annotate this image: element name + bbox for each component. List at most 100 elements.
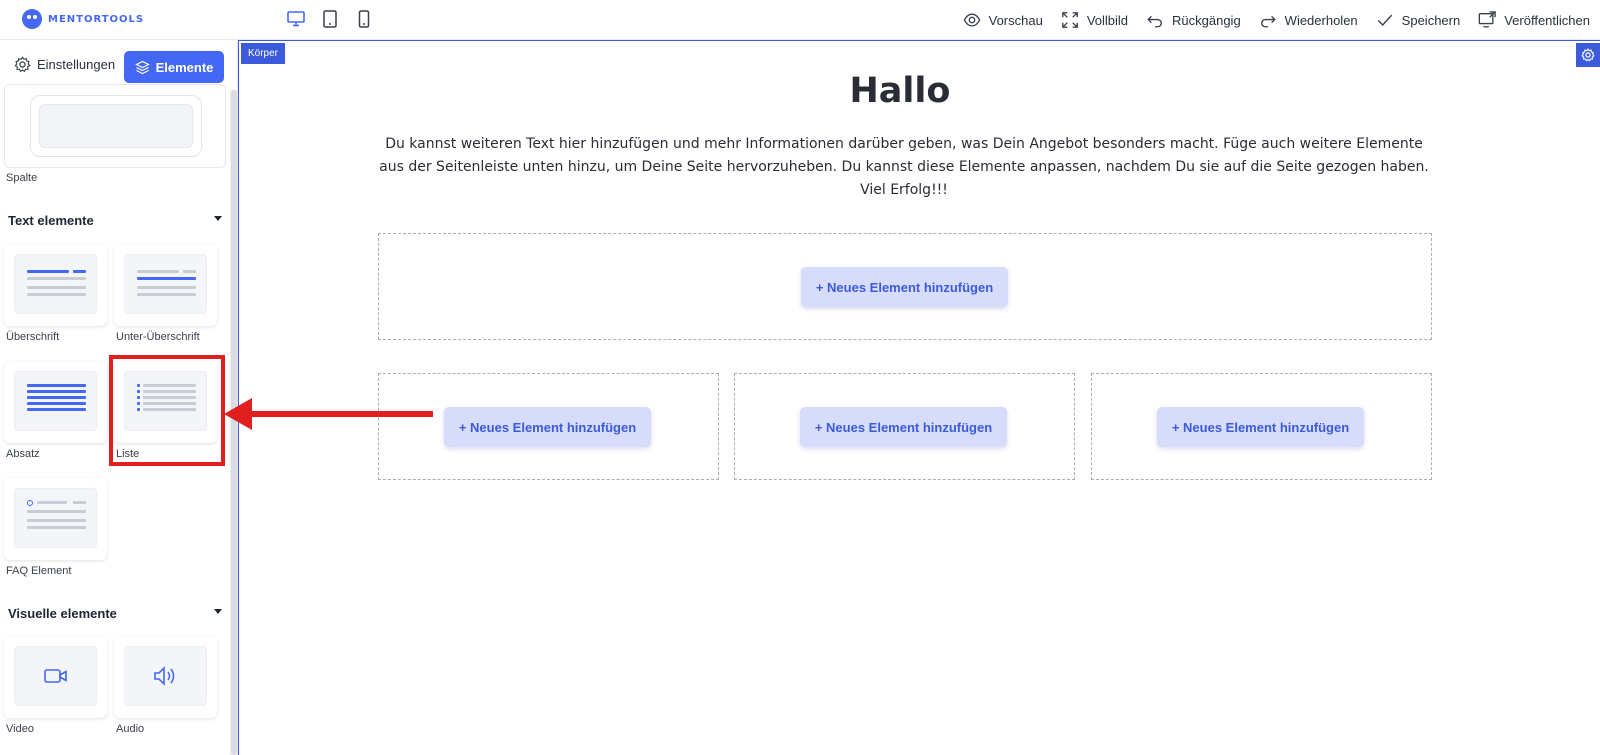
audio-preview: [124, 646, 207, 706]
gear-icon: [14, 56, 31, 73]
dropzone-column-1[interactable]: + Neues Element hinzufügen: [378, 373, 719, 480]
element-label-spalte: Spalte: [6, 172, 38, 184]
element-card-ueberschrift[interactable]: [4, 244, 107, 326]
preview-line: [27, 408, 86, 411]
tablet-view-button[interactable]: [319, 8, 341, 30]
save-label: Speichern: [1401, 12, 1461, 28]
element-card-faq[interactable]: [4, 478, 107, 560]
section-title-text-elemente: Text elemente: [8, 213, 94, 228]
logo-icon: [22, 9, 42, 29]
publish-label: Veröffentlichen: [1504, 12, 1590, 28]
element-card-spalte[interactable]: [4, 84, 226, 168]
preview-line: [37, 501, 67, 504]
unter-ueberschrift-preview: [124, 254, 207, 314]
element-label-absatz: Absatz: [6, 448, 40, 460]
undo-label: Rückgängig: [1172, 12, 1241, 28]
redo-icon: [1260, 15, 1276, 28]
preview-line: [183, 270, 196, 273]
element-card-audio[interactable]: [114, 636, 217, 718]
dropzone-column-3[interactable]: + Neues Element hinzufügen: [1091, 373, 1432, 480]
add-element-button[interactable]: + Neues Element hinzufügen: [801, 267, 1008, 307]
element-label-ueberschrift: Überschrift: [6, 331, 60, 343]
caret-down-icon[interactable]: [214, 609, 222, 614]
save-button[interactable]: Speichern: [1376, 11, 1461, 29]
tab-settings-label: Einstellungen: [37, 57, 116, 72]
desktop-view-button[interactable]: [285, 8, 307, 30]
add-element-button[interactable]: + Neues Element hinzufügen: [1157, 407, 1364, 447]
add-element-button[interactable]: + Neues Element hinzufügen: [800, 407, 1007, 447]
sidebar-tabs: Einstellungen Elemente: [0, 40, 237, 90]
faq-preview: [14, 488, 97, 548]
fullscreen-label: Vollbild: [1086, 12, 1129, 28]
tab-elements[interactable]: Elemente: [124, 51, 224, 83]
preview-line: [73, 501, 86, 504]
preview-line: [137, 277, 196, 280]
preview-button[interactable]: Vorschau: [963, 11, 1043, 29]
page-title[interactable]: Hallo: [239, 71, 1561, 111]
ueberschrift-preview: [14, 254, 97, 314]
publish-button[interactable]: Veröffentlichen: [1478, 11, 1590, 29]
gear-icon: [1581, 48, 1595, 62]
check-icon: [1377, 14, 1392, 26]
mobile-view-button[interactable]: [353, 8, 375, 30]
layers-icon: [134, 60, 150, 74]
publish-icon: [1478, 11, 1496, 28]
dropzone-column-2[interactable]: + Neues Element hinzufügen: [734, 373, 1075, 480]
add-element-button[interactable]: + Neues Element hinzufügen: [444, 407, 651, 447]
logo-text: MENTORTOOLS: [48, 13, 145, 25]
tab-settings[interactable]: Einstellungen: [14, 56, 115, 73]
body-badge[interactable]: Körper: [241, 43, 286, 64]
annotation-arrow-head: [224, 398, 252, 430]
desktop-icon: [287, 11, 305, 27]
element-label-video: Video: [6, 723, 34, 735]
undo-icon: [1147, 15, 1162, 28]
preview-line: [137, 286, 196, 289]
element-card-video[interactable]: [4, 636, 107, 718]
caret-down-icon[interactable]: [214, 216, 222, 221]
preview-line: [27, 293, 86, 296]
element-card-absatz[interactable]: [4, 361, 107, 443]
video-preview: [14, 646, 97, 706]
element-card-unter-ueberschrift[interactable]: [114, 244, 217, 326]
redo-button[interactable]: Wiederholen: [1259, 11, 1358, 29]
fullscreen-button[interactable]: Vollbild: [1061, 11, 1128, 29]
liste-highlight-box: [109, 355, 225, 466]
page-text[interactable]: Du kannst weiteren Text hier hinzufügen …: [375, 133, 1433, 202]
preview-line: [27, 390, 86, 393]
redo-label: Wiederholen: [1284, 12, 1358, 28]
preview-line: [137, 293, 196, 296]
toolbar-actions: Vorschau Vollbild Rückgängig Wiederholen…: [963, 0, 1590, 40]
preview-line: [27, 277, 86, 280]
spalte-preview-box: [39, 104, 193, 148]
preview-line: [27, 286, 86, 289]
device-switcher: [285, 8, 375, 30]
page-canvas[interactable]: Körper Hallo Du kannst weiteren Text hie…: [238, 40, 1600, 755]
absatz-preview: [14, 371, 97, 431]
top-toolbar: MENTORTOOLS Vorschau Vollbild Rückgängig…: [0, 0, 1600, 40]
preview-line: [27, 402, 86, 405]
section-title-visuelle-elemente: Visuelle elemente: [8, 606, 117, 621]
preview-line: [27, 270, 69, 273]
undo-button[interactable]: Rückgängig: [1146, 11, 1241, 29]
preview-line: [27, 510, 86, 513]
mobile-icon: [358, 10, 370, 28]
canvas-settings-button[interactable]: [1576, 43, 1600, 67]
eye-icon: [963, 13, 981, 27]
tablet-icon: [323, 10, 337, 28]
faq-dot-icon: [27, 500, 33, 506]
preview-line: [27, 396, 86, 399]
preview-line: [73, 270, 86, 273]
element-label-faq: FAQ Element: [6, 565, 72, 577]
dropzone-full-row[interactable]: + Neues Element hinzufügen: [378, 233, 1432, 340]
preview-line: [27, 519, 86, 522]
preview-label: Vorschau: [988, 12, 1043, 28]
preview-line: [27, 526, 86, 529]
brand-logo[interactable]: MENTORTOOLS: [22, 9, 144, 29]
element-label-audio: Audio: [116, 723, 145, 735]
speaker-icon: [153, 666, 174, 686]
preview-line: [137, 270, 179, 273]
spalte-preview: [30, 95, 202, 157]
preview-line: [27, 384, 86, 387]
annotation-arrow-shaft: [245, 411, 433, 417]
tab-elements-label: Elemente: [155, 59, 214, 75]
